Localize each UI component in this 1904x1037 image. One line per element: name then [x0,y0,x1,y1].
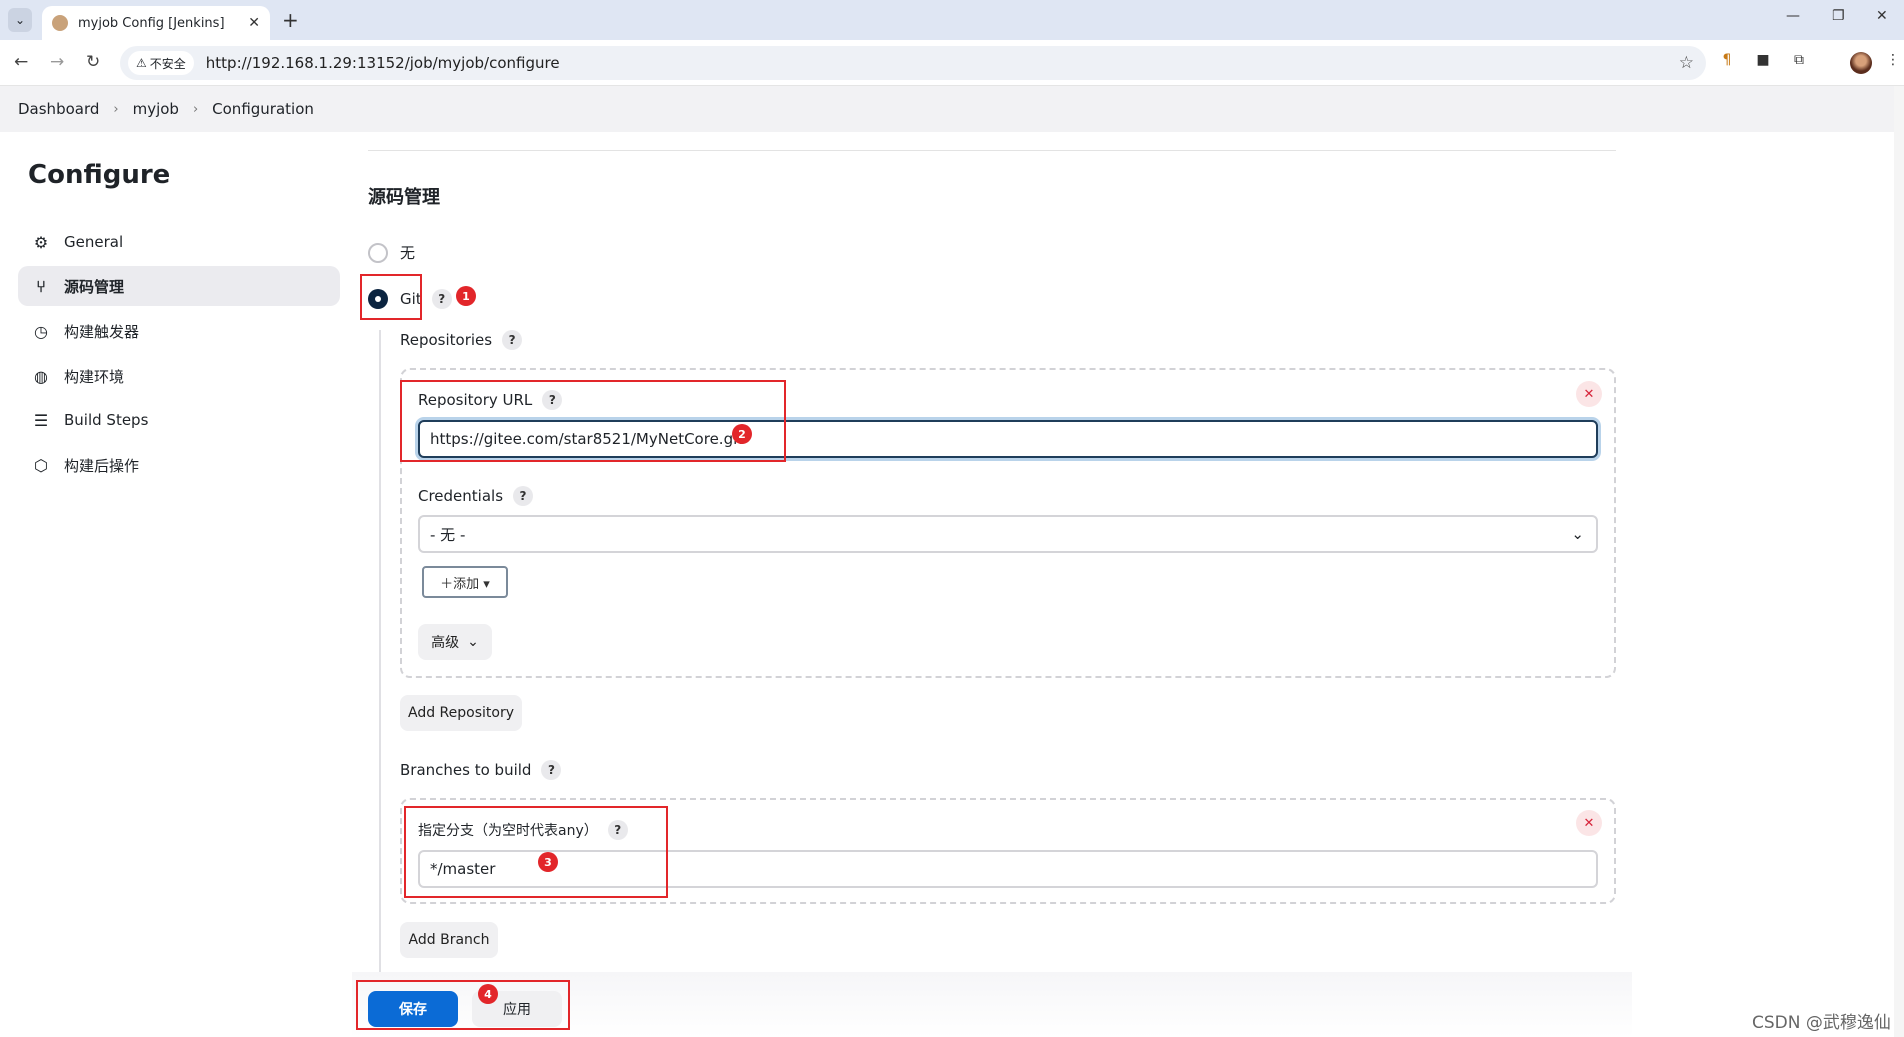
scm-option-none[interactable]: 无 [368,242,415,263]
git-section-guide-line [379,330,381,974]
advanced-button[interactable]: 高级 ⌄ [418,624,492,660]
scm-section-title: 源码管理 [368,187,440,208]
annotation-badge-1: 1 [456,286,476,306]
sidebar-item-label: Build Steps [64,411,149,429]
close-tab-icon[interactable]: ✕ [248,15,260,31]
back-arrow-icon[interactable]: ← [14,52,28,72]
annotation-box-4 [356,980,570,1030]
annotation-badge-3: 3 [538,852,558,872]
list-icon: ☰ [33,410,49,430]
add-repository-button[interactable]: Add Repository [400,695,522,731]
credentials-label-row: Credentials ? [418,486,534,506]
help-icon[interactable]: ? [541,760,562,780]
tab-search-button[interactable]: ⌄ [8,8,32,32]
breadcrumb-configuration[interactable]: Configuration [212,100,314,118]
globe-icon: ◍ [34,366,48,386]
add-branch-button[interactable]: Add Branch [400,922,498,958]
credentials-label: Credentials [418,487,504,505]
sidebar-item-label: 构建后操作 [64,456,140,475]
sidebar-item-label: 源码管理 [64,277,125,296]
annotation-badge-2: 2 [732,424,752,444]
branches-label-row: Branches to build ? [400,760,562,780]
chevron-right-icon: › [113,101,119,117]
close-window-icon[interactable]: ✕ [1876,8,1888,24]
breadcrumb-dashboard[interactable]: Dashboard [18,100,99,118]
help-icon[interactable]: ? [502,330,523,350]
annotation-box-2 [400,380,786,462]
browser-tab[interactable]: myjob Config [Jenkins] ✕ [42,6,270,40]
page-scrollbar[interactable] [1894,86,1904,1037]
advanced-label: 高级 [431,635,460,651]
tab-title: myjob Config [Jenkins] [78,15,225,31]
page-title: Configure [28,160,171,190]
bookmark-star-icon[interactable]: ☆ [1679,53,1694,73]
delete-branch-icon[interactable]: ✕ [1576,810,1602,836]
sidebar-item-label: General [64,233,124,251]
sidebar-item-triggers[interactable]: ◷ 构建触发器 [18,311,340,351]
new-tab-button[interactable]: + [282,8,299,32]
annotation-box-3 [404,806,668,898]
gear-icon: ⚙ [33,232,49,252]
restore-icon[interactable]: ❐ [1832,8,1845,24]
breadcrumb: Dashboard › myjob › Configuration [0,86,1904,132]
sidebar-item-label: 构建环境 [64,367,125,386]
jenkins-favicon-icon [52,15,68,31]
profile-avatar[interactable] [1850,52,1872,74]
delete-repository-icon[interactable]: ✕ [1576,381,1602,407]
url-text[interactable]: http://192.168.1.29:13152/job/myjob/conf… [206,54,560,72]
radio-none-label: 无 [400,244,416,262]
minimize-icon[interactable]: — [1786,8,1800,24]
branches-label: Branches to build [400,761,532,779]
sidebar-item-label: 构建触发器 [64,322,140,341]
warning-icon: ⚠ [136,56,147,70]
repositories-label: Repositories [400,331,493,349]
menu-dots-icon[interactable]: ⋮ [1884,52,1902,70]
browser-tabstrip: ⌄ myjob Config [Jenkins] ✕ + — ❐ ✕ [0,0,1904,40]
branch-icon: ⑂ [36,276,46,296]
sidebar-item-scm[interactable]: ⑂ 源码管理 [18,266,340,306]
breadcrumb-myjob[interactable]: myjob [133,100,179,118]
forward-arrow-icon[interactable]: → [50,52,64,72]
chevron-right-icon: › [192,101,199,117]
repositories-label-row: Repositories ? [400,330,523,350]
radio-none[interactable] [368,242,388,263]
paragraph-extension-icon[interactable]: ¶ [1718,52,1736,70]
browser-toolbar: ← → ↻ ⚠ 不安全 http://192.168.1.29:13152/jo… [0,40,1904,86]
clock-icon: ◷ [34,321,48,341]
annotation-badge-4: 4 [478,984,498,1004]
address-bar[interactable]: ⚠ 不安全 http://192.168.1.29:13152/job/myjo… [120,46,1706,80]
help-icon[interactable]: ? [513,486,534,506]
security-label: 不安全 [149,56,186,71]
sidebar-item-environment[interactable]: ◍ 构建环境 [18,356,340,396]
credentials-select[interactable]: - 无 - ⌄ [418,515,1598,553]
sidebar-item-build-steps[interactable]: ☰ Build Steps [18,400,340,440]
help-icon[interactable]: ? [431,289,452,309]
credentials-value: - 无 - [430,525,466,544]
sidebar-item-post-build[interactable]: ⬡ 构建后操作 [18,445,340,485]
security-chip[interactable]: ⚠ 不安全 [128,51,194,75]
extension-icon[interactable]: ■ [1754,52,1772,70]
chevron-down-icon: ⌄ [1571,525,1584,543]
chevron-down-icon: ⌄ [467,634,479,650]
add-credentials-button[interactable]: ＋添加 ▾ [422,566,508,598]
puzzle-icon[interactable]: ⧉ [1790,52,1808,70]
section-divider [368,150,1616,151]
annotation-box-1 [360,274,422,320]
sidebar-item-general[interactable]: ⚙ General [18,222,340,262]
watermark-text: CSDN @武穆逸仙 [1752,1013,1891,1033]
cube-icon: ⬡ [34,455,48,475]
reload-icon[interactable]: ↻ [86,52,100,72]
